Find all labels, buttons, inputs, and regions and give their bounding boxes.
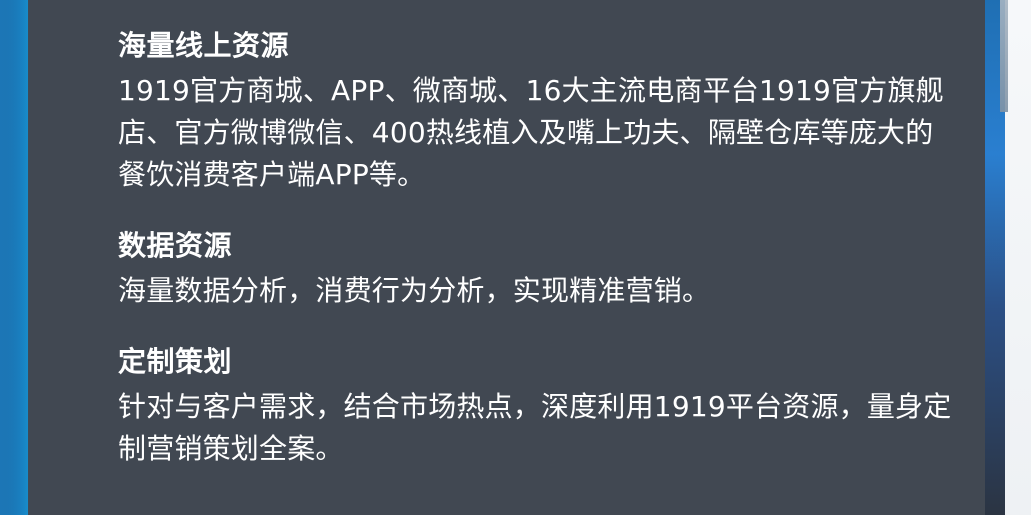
section-body: 1919官方商城、APP、微商城、16大主流电商平台1919官方旗舰店、官方微博… — [118, 74, 944, 191]
section-body: 海量数据分析，消费行为分析，实现精准营销。 — [118, 274, 711, 307]
section-title: 数据资源 — [118, 229, 233, 262]
text-content: 海量线上资源 1919官方商城、APP、微商城、16大主流电商平台1919官方旗… — [118, 28, 958, 470]
section-online-resources: 海量线上资源 1919官方商城、APP、微商城、16大主流电商平台1919官方旗… — [118, 28, 958, 196]
section-data-resources: 数据资源 海量数据分析，消费行为分析，实现精准营销。 — [118, 228, 958, 312]
section-title: 定制策划 — [118, 345, 233, 378]
section-body: 针对与客户需求，结合市场热点，深度利用1919平台资源，量身定制营销策划全案。 — [118, 390, 952, 465]
screenshot-frame: 海量线上资源 1919官方商城、APP、微商城、16大主流电商平台1919官方旗… — [0, 0, 1031, 515]
section-title: 海量线上资源 — [118, 29, 290, 62]
right-light-edge — [1005, 0, 1031, 515]
right-gray-sliver — [1000, 0, 1008, 112]
section-custom-planning: 定制策划 针对与客户需求，结合市场热点，深度利用1919平台资源，量身定制营销策… — [118, 344, 958, 470]
